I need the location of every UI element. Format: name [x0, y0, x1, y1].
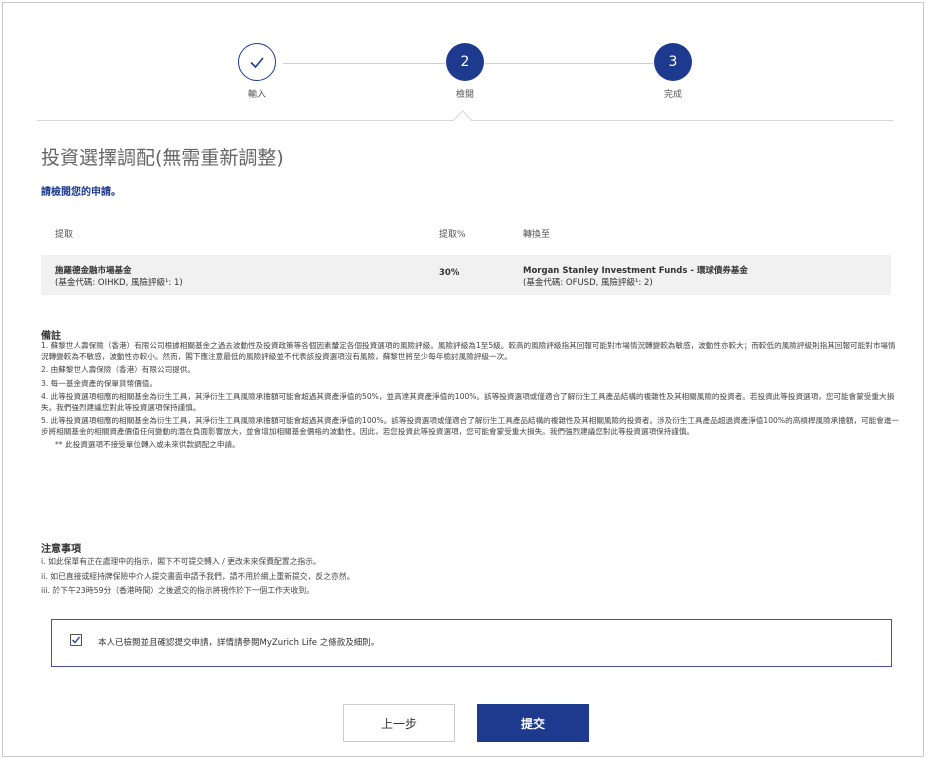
list-item: 4. 此等投資選項相應的相關基金為衍生工具，其淨衍生工具風險承擔額可能會超過其資… — [41, 392, 895, 412]
table-header: 提取 提取% 轉換至 — [41, 217, 891, 247]
confirm-box: 本人已檢閱並且確認提交申請，詳情請參閱MyZurich Life 之條款及細則。 — [51, 619, 892, 667]
step-review: 2 檢閱 — [425, 43, 505, 100]
list-item: 2. 由蘇黎世人壽保險（香港）有限公司提供。 — [41, 365, 195, 374]
to-fund-name: Morgan Stanley Investment Funds - 環球債券基金 — [523, 266, 748, 276]
withdraw-percent: 30% — [439, 268, 460, 278]
list-item: 5. 此等投資選項相應的相關基金為衍生工具，其淨衍生工具風險承擔額可能會超過其資… — [41, 416, 900, 436]
back-button[interactable]: 上一步 — [343, 704, 455, 742]
from-fund: 施羅德金融市場基金 (基金代碼: OIHKD, 風險評級¹: 1) — [55, 265, 183, 289]
step-number: 2 — [446, 43, 484, 81]
step-connector — [485, 63, 653, 64]
step-input: 輸入 — [217, 43, 297, 100]
to-fund: Morgan Stanley Investment Funds - 環球債券基金… — [523, 265, 748, 289]
list-item: ** 此投資選項不接受單位轉入或未來供款調配之申請。 — [55, 440, 240, 449]
notes-heading: 備註 — [41, 331, 61, 342]
checkmark-icon — [72, 636, 81, 644]
list-item: 1. 蘇黎世人壽保險（香港）有限公司根據相關基金之過去波動性及投資政策等各個因素… — [41, 341, 896, 361]
step-label: 完成 — [663, 90, 682, 100]
reminders-list: i. 如此保單有正在處理中的指示，閣下不可提交轉入 / 更改未來保費配置之指示。… — [41, 555, 901, 599]
page-title: 投資選擇調配(無需重新調整) — [41, 147, 284, 169]
page-subtitle: 請檢閱您的申請。 — [41, 187, 121, 198]
from-fund-name: 施羅德金融市場基金 — [55, 266, 132, 276]
step-label: 輸入 — [247, 90, 266, 100]
confirm-label: 本人已檢閱並且確認提交申請，詳情請參閱MyZurich Life 之條款及細則。 — [98, 638, 380, 648]
review-page: 輸入 2 檢閱 3 完成 投資選擇調配(無需重新調整) 請檢閱您的申請。 提取 … — [2, 2, 924, 757]
table-row: 施羅德金融市場基金 (基金代碼: OIHKD, 風險評級¹: 1) 30% Mo… — [41, 255, 891, 295]
step-label: 檢閱 — [455, 90, 474, 100]
from-fund-detail: (基金代碼: OIHKD, 風險評級¹: 1) — [55, 278, 183, 288]
progress-stepper: 輸入 2 檢閱 3 完成 — [3, 3, 925, 123]
confirm-checkbox[interactable] — [70, 634, 82, 646]
step-complete: 3 完成 — [633, 43, 713, 100]
column-header-to: 轉換至 — [523, 230, 551, 240]
list-item: 3. 每一基金資產的保單貨幣價值。 — [41, 378, 157, 388]
notes-list: 1. 蘇黎世人壽保險（香港）有限公司根據相關基金之過去波動性及投資政策等各個因素… — [41, 341, 901, 454]
list-item: i. 如此保單有正在處理中的指示，閣下不可提交轉入 / 更改未來保費配置之指示。 — [41, 557, 321, 566]
column-header-from: 提取 — [55, 230, 74, 240]
list-item: iii. 於下午23時59分（香港時間）之後遞交的指示將視作於下一個工作天收到。 — [41, 586, 314, 595]
submit-button[interactable]: 提交 — [477, 704, 589, 742]
list-item: ii. 如已直接或經持牌保險中介人提交書面申請予我們，請不用於網上重新提交，反之… — [41, 571, 355, 581]
check-icon — [238, 43, 276, 81]
reminders-heading: 注意事項 — [41, 544, 81, 555]
step-connector — [283, 63, 445, 64]
column-header-percent: 提取% — [439, 230, 466, 240]
to-fund-detail: (基金代碼: OFUSD, 風險評級¹: 2) — [523, 278, 653, 288]
step-number: 3 — [654, 43, 692, 81]
